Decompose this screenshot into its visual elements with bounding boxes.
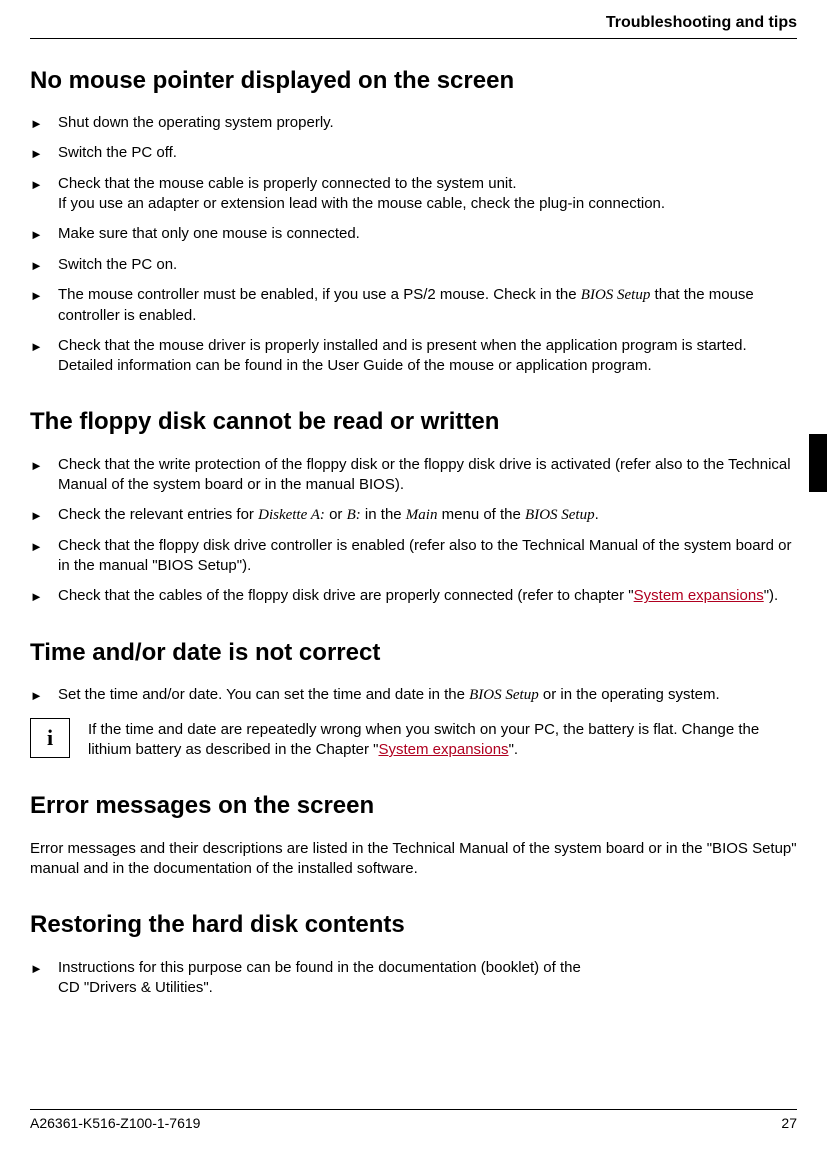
bullet-icon: ► xyxy=(30,255,58,276)
page-footer: A26361-K516-Z100-1-7619 27 xyxy=(30,1109,797,1133)
text-italic: Main xyxy=(406,507,438,523)
page-number: 27 xyxy=(781,1114,797,1133)
text: Set the time and/or date. You can set th… xyxy=(58,686,469,703)
errors-body: Error messages and their descriptions ar… xyxy=(30,839,797,880)
text: "). xyxy=(764,587,779,604)
list-item-text: Check that the mouse driver is properly … xyxy=(58,336,797,377)
text-italic: BIOS Setup xyxy=(581,287,651,303)
list-item: ► Check that the mouse cable is properly… xyxy=(30,174,797,215)
text: Check that the cables of the floppy disk… xyxy=(58,587,634,604)
info-text: If the time and date are repeatedly wron… xyxy=(88,718,797,761)
text-italic: B: xyxy=(347,507,361,523)
list-item-text: The mouse controller must be enabled, if… xyxy=(58,285,797,326)
list-item: ► Check the relevant entries for Diskett… xyxy=(30,505,797,526)
heading-restore: Restoring the hard disk contents xyxy=(30,909,797,941)
list-item: ► Check that the floppy disk drive contr… xyxy=(30,536,797,577)
list-item-text: Instructions for this purpose can be fou… xyxy=(58,958,797,999)
list-item-text: Set the time and/or date. You can set th… xyxy=(58,685,797,705)
heading-errors: Error messages on the screen xyxy=(30,790,797,822)
list-item-text: Check the relevant entries for Diskette … xyxy=(58,505,797,525)
heading-mouse: No mouse pointer displayed on the screen xyxy=(30,65,797,97)
text: Check the relevant entries for xyxy=(58,506,258,523)
text: Instructions for this purpose can be fou… xyxy=(58,959,581,976)
list-item-text: Shut down the operating system properly. xyxy=(58,113,797,133)
time-list: ► Set the time and/or date. You can set … xyxy=(30,685,797,706)
text: or in the operating system. xyxy=(539,686,720,703)
info-icon: i xyxy=(30,718,70,758)
mouse-list: ► Shut down the operating system properl… xyxy=(30,113,797,377)
info-box: i If the time and date are repeatedly wr… xyxy=(30,718,797,761)
bullet-icon: ► xyxy=(30,224,58,245)
bullet-icon: ► xyxy=(30,285,58,306)
bullet-icon: ► xyxy=(30,586,58,607)
bullet-icon: ► xyxy=(30,336,58,357)
link-system-expansions[interactable]: System expansions xyxy=(634,587,764,604)
bullet-icon: ► xyxy=(30,685,58,706)
list-item-text: Switch the PC on. xyxy=(58,255,797,275)
text-italic: BIOS Setup xyxy=(525,507,595,523)
list-item: ► Instructions for this purpose can be f… xyxy=(30,958,797,999)
side-tab xyxy=(809,434,827,492)
doc-id: A26361-K516-Z100-1-7619 xyxy=(30,1114,200,1133)
text: . xyxy=(595,506,599,523)
heading-floppy: The floppy disk cannot be read or writte… xyxy=(30,406,797,438)
list-item: ► Check that the mouse driver is properl… xyxy=(30,336,797,377)
list-item: ► Switch the PC on. xyxy=(30,255,797,276)
bullet-icon: ► xyxy=(30,958,58,979)
list-item-text: Check that the floppy disk drive control… xyxy=(58,536,797,577)
link-system-expansions[interactable]: System expansions xyxy=(378,741,508,758)
floppy-list: ► Check that the write protection of the… xyxy=(30,455,797,607)
page-header: Troubleshooting and tips xyxy=(30,12,797,39)
heading-time: Time and/or date is not correct xyxy=(30,637,797,669)
restore-list: ► Instructions for this purpose can be f… xyxy=(30,958,797,999)
text: ". xyxy=(509,741,519,758)
bullet-icon: ► xyxy=(30,143,58,164)
text-italic: Diskette A: xyxy=(258,507,325,523)
text: CD "Drivers & Utilities". xyxy=(58,979,213,996)
list-item-text: Check that the mouse cable is properly c… xyxy=(58,174,797,215)
list-item-text: Make sure that only one mouse is connect… xyxy=(58,224,797,244)
list-item-text: Switch the PC off. xyxy=(58,143,797,163)
bullet-icon: ► xyxy=(30,455,58,476)
list-item: ► Switch the PC off. xyxy=(30,143,797,164)
list-item-text: Check that the write protection of the f… xyxy=(58,455,797,496)
list-item: ► Make sure that only one mouse is conne… xyxy=(30,224,797,245)
text: menu of the xyxy=(437,506,525,523)
text: If you use an adapter or extension lead … xyxy=(58,195,665,212)
list-item-text: Check that the cables of the floppy disk… xyxy=(58,586,797,606)
bullet-icon: ► xyxy=(30,113,58,134)
list-item: ► Shut down the operating system properl… xyxy=(30,113,797,134)
list-item: ► The mouse controller must be enabled, … xyxy=(30,285,797,326)
bullet-icon: ► xyxy=(30,536,58,557)
text: The mouse controller must be enabled, if… xyxy=(58,286,581,303)
text-italic: BIOS Setup xyxy=(469,687,539,703)
bullet-icon: ► xyxy=(30,505,58,526)
text: or xyxy=(325,506,347,523)
list-item: ► Check that the write protection of the… xyxy=(30,455,797,496)
list-item: ► Set the time and/or date. You can set … xyxy=(30,685,797,706)
bullet-icon: ► xyxy=(30,174,58,195)
list-item: ► Check that the cables of the floppy di… xyxy=(30,586,797,607)
text: Check that the mouse cable is properly c… xyxy=(58,175,517,192)
text: in the xyxy=(361,506,406,523)
